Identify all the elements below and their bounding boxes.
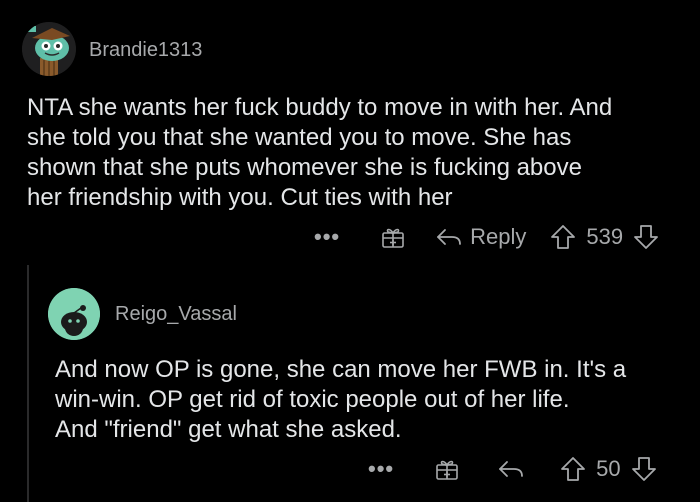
default-snoo-avatar-icon[interactable] xyxy=(48,288,100,340)
comment-line: NTA she wants her fuck buddy to move in … xyxy=(27,94,613,121)
comment-line: shown that she puts whomever she is fuck… xyxy=(27,154,582,181)
vote-count: 539 xyxy=(586,224,624,249)
comment-line: And "friend" get what she asked. xyxy=(55,416,402,443)
upvote-icon[interactable] xyxy=(560,456,586,482)
downvote-icon[interactable] xyxy=(633,224,659,250)
comment-line: And now OP is gone, she can move her FWB… xyxy=(55,356,627,383)
vote-count: 50 xyxy=(596,456,621,481)
reply-icon xyxy=(436,226,462,248)
username[interactable]: Brandie1313 xyxy=(89,39,202,62)
upvote-icon[interactable] xyxy=(550,224,576,250)
thread-line xyxy=(27,265,29,502)
snoo-avatar-icon[interactable] xyxy=(22,22,76,76)
reply-button[interactable]: Reply xyxy=(436,224,526,250)
more-options-button[interactable]: ••• xyxy=(314,224,340,250)
gift-icon[interactable] xyxy=(434,456,460,482)
comment-body: And now OP is gone, she can move her FWB… xyxy=(55,355,626,445)
gift-icon[interactable] xyxy=(380,224,406,250)
comment-line: she told you that she wanted you to move… xyxy=(27,124,572,151)
username[interactable]: Reigo_Vassal xyxy=(115,303,237,326)
reply-label: Reply xyxy=(470,224,527,249)
comment-line: her friendship with you. Cut ties with h… xyxy=(27,184,453,211)
comment-body: NTA she wants her fuck buddy to move in … xyxy=(27,93,612,213)
comment-line: win-win. OP get rid of toxic people out … xyxy=(55,386,570,413)
reply-icon[interactable] xyxy=(498,458,524,480)
more-options-button[interactable]: ••• xyxy=(368,456,394,482)
comment-actions: ••• Reply 539 xyxy=(314,221,659,253)
downvote-icon[interactable] xyxy=(631,456,657,482)
comment-actions: ••• 50 xyxy=(368,453,657,485)
